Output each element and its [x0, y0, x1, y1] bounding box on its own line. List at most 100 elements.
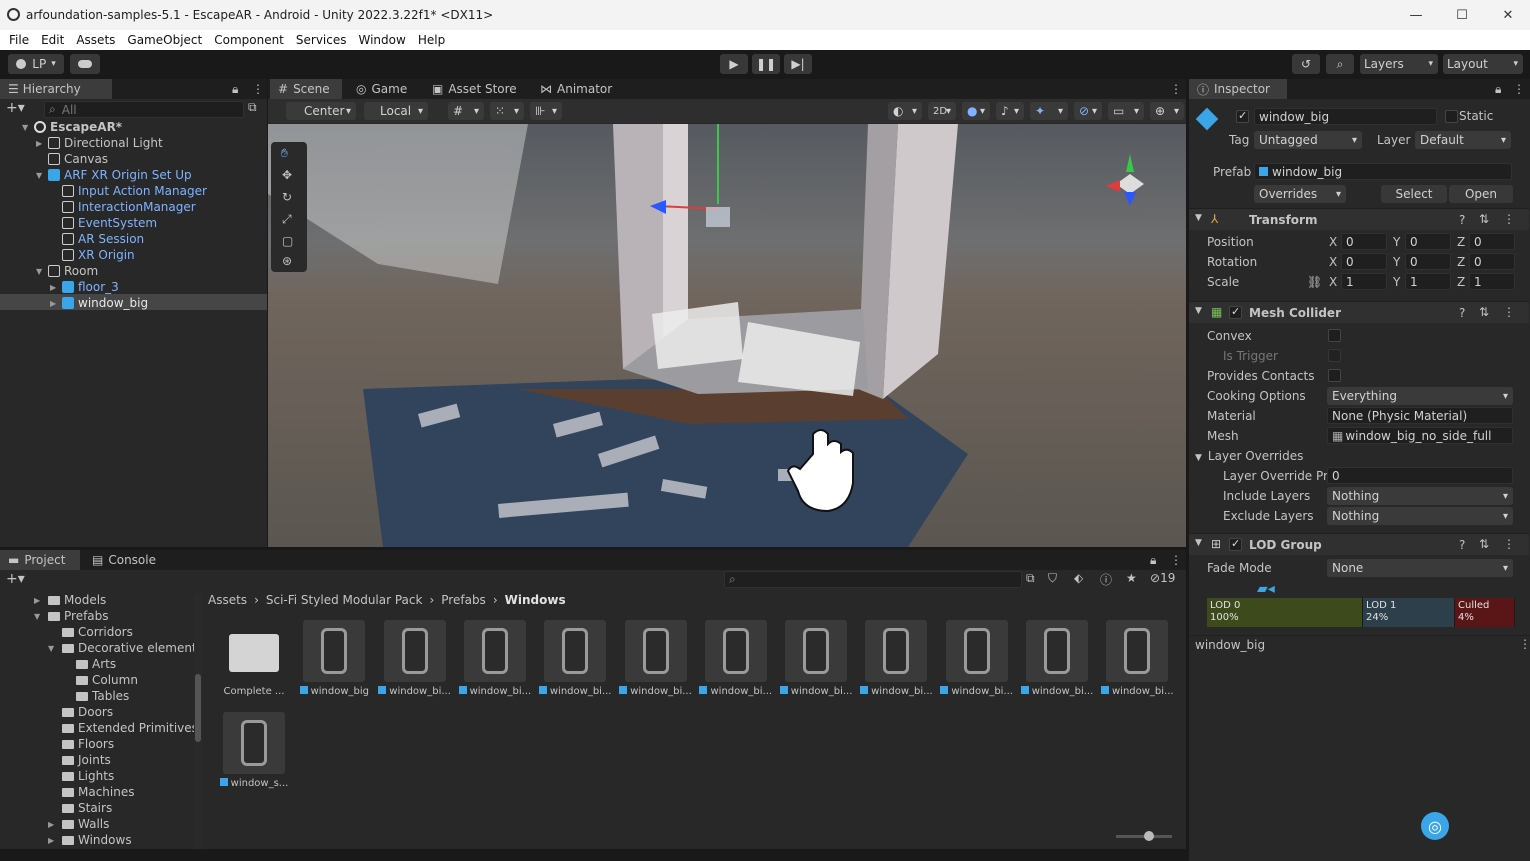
- preset-icon[interactable]: ⇅: [1479, 305, 1489, 319]
- convex-checkbox[interactable]: [1328, 329, 1341, 342]
- cloud-button[interactable]: [70, 54, 100, 74]
- label-icon[interactable]: ⬖: [1074, 571, 1083, 585]
- prefab-thumbnail[interactable]: [785, 620, 848, 682]
- foldout-arrow-icon[interactable]: ▶: [36, 139, 46, 148]
- hierarchy-item[interactable]: ▼ Room: [36, 263, 98, 279]
- search-button[interactable]: ⌕: [1326, 54, 1354, 74]
- constrain-proportions-icon[interactable]: ⛓: [1307, 275, 1322, 289]
- position-x-input[interactable]: 0: [1341, 233, 1387, 250]
- prefab-thumbnail[interactable]: [223, 712, 285, 774]
- project-folder-item[interactable]: ▼ Decorative element: [48, 640, 197, 656]
- lighting-toggle[interactable]: ●: [962, 102, 990, 120]
- gizmos-dropdown[interactable]: ⊕: [1150, 102, 1184, 120]
- hierarchy-item[interactable]: ▼ EscapeAR*: [22, 119, 122, 135]
- breadcrumb-item[interactable]: Sci-Fi Styled Modular Pack: [266, 593, 423, 607]
- foldout-arrow-icon[interactable]: ▼: [36, 171, 46, 180]
- transform-tool-icon[interactable]: ⊛: [282, 254, 292, 268]
- layer-override-priority-input[interactable]: 0: [1327, 467, 1513, 484]
- axis-z-label[interactable]: Z: [1457, 235, 1465, 249]
- layers-dropdown[interactable]: Layers ▾: [1360, 54, 1438, 74]
- project-folder-item[interactable]: Joints: [62, 752, 111, 768]
- more-icon[interactable]: ⋮: [1519, 637, 1530, 651]
- transform-header[interactable]: ▼ ⅄ Transform ? ⇅ ⋮: [1189, 208, 1529, 230]
- rect-tool-icon[interactable]: ▢: [282, 234, 293, 248]
- foldout-arrow-icon[interactable]: ▶: [50, 283, 60, 292]
- help-icon[interactable]: ?: [1459, 538, 1465, 552]
- prefab-thumbnail[interactable]: [544, 620, 607, 682]
- favorite-icon[interactable]: ★: [1126, 571, 1137, 585]
- project-folder-item[interactable]: Arts: [76, 656, 116, 672]
- close-button[interactable]: ✕: [1485, 0, 1530, 30]
- more-icon[interactable]: ⋮: [1170, 553, 1182, 567]
- move-tool-icon[interactable]: ✥: [282, 168, 292, 182]
- active-checkbox[interactable]: [1236, 109, 1249, 123]
- minimize-button[interactable]: —: [1393, 0, 1439, 30]
- hierarchy-item[interactable]: EventSystem: [62, 215, 157, 231]
- project-folder-item[interactable]: Stairs: [62, 800, 112, 816]
- menu-component[interactable]: Component: [214, 33, 284, 47]
- pause-button[interactable]: ❚❚: [752, 54, 780, 74]
- foldout-arrow-icon[interactable]: ▶: [50, 299, 60, 308]
- more-icon[interactable]: ⋮: [252, 82, 264, 96]
- lod-group-enabled-checkbox[interactable]: [1229, 537, 1242, 551]
- tree-scrollbar-thumb[interactable]: [195, 674, 201, 742]
- scale-tool-icon[interactable]: ⤢: [282, 212, 292, 227]
- account-dropdown[interactable]: LP ▾: [8, 54, 64, 74]
- prefab-thumbnail[interactable]: [463, 620, 526, 682]
- lod-segment[interactable]: LOD 1 24%: [1363, 598, 1455, 627]
- axis-x-label[interactable]: X: [1329, 255, 1337, 269]
- lod-group-header[interactable]: ▼ ⊞ LOD Group ? ⇅ ⋮: [1189, 533, 1529, 555]
- lod-bar[interactable]: LOD 0 100% LOD 1 24% Culled 4%: [1207, 598, 1515, 627]
- prefab-thumbnail[interactable]: [1026, 620, 1088, 682]
- tab-game[interactable]: ◎ Game: [348, 79, 415, 99]
- info-icon[interactable]: ⓘ: [1100, 571, 1112, 588]
- project-folder-item[interactable]: ▼ Prefabs: [34, 608, 109, 624]
- grid-snap-dropdown[interactable]: #: [448, 102, 484, 120]
- create-asset-button[interactable]: +▾: [6, 571, 25, 587]
- tab-inspector[interactable]: ⓘ Inspector: [1189, 79, 1287, 99]
- layout-dropdown[interactable]: Layout ▾: [1443, 54, 1523, 74]
- provides-contacts-checkbox[interactable]: [1328, 369, 1341, 382]
- search-by-type-icon[interactable]: ⧉: [1026, 571, 1035, 586]
- breadcrumb-item[interactable]: Prefabs: [441, 593, 486, 607]
- material-field[interactable]: None (Physic Material): [1327, 407, 1513, 424]
- breadcrumb-item[interactable]: Assets: [208, 593, 247, 607]
- hierarchy-item[interactable]: XR Origin: [62, 247, 135, 263]
- add-object-button[interactable]: +▾: [6, 100, 25, 116]
- foldout-arrow-icon[interactable]: ▼: [34, 612, 44, 621]
- lock-icon[interactable]: 🔒︎: [1150, 553, 1156, 568]
- axis-x-label[interactable]: X: [1329, 235, 1337, 249]
- ruler-dropdown[interactable]: ⊪: [530, 102, 562, 120]
- search-options-icon[interactable]: ⧉: [248, 100, 257, 115]
- position-z-input[interactable]: 0: [1469, 233, 1515, 250]
- tree-scrollbar[interactable]: [194, 594, 202, 849]
- project-folder-item[interactable]: Doors: [62, 704, 113, 720]
- layer-overrides-foldout[interactable]: ▼ Layer Overrides: [1195, 449, 1303, 463]
- audio-toggle[interactable]: ♪: [996, 102, 1024, 120]
- hierarchy-item[interactable]: Canvas: [48, 151, 108, 167]
- foldout-arrow-icon[interactable]: ▶: [48, 836, 58, 845]
- hidden-count-badge[interactable]: ⊘19: [1150, 571, 1175, 585]
- visibility-toggle[interactable]: ⊘: [1074, 102, 1102, 120]
- overrides-dropdown[interactable]: Overrides: [1254, 185, 1346, 203]
- hierarchy-item[interactable]: ▶ floor_3: [50, 279, 119, 295]
- hierarchy-item[interactable]: InteractionManager: [62, 199, 196, 215]
- project-folder-item[interactable]: Extended Primitives: [62, 720, 198, 736]
- object-name-input[interactable]: window_big: [1254, 108, 1437, 125]
- scale-z-input[interactable]: 1: [1469, 273, 1515, 290]
- tag-dropdown[interactable]: Untagged: [1254, 131, 1362, 149]
- rotation-x-input[interactable]: 0: [1341, 253, 1387, 270]
- tab-asset-store[interactable]: ▣ Asset Store: [424, 79, 525, 99]
- maximize-button[interactable]: ☐: [1439, 0, 1485, 30]
- mesh-collider-header[interactable]: ▼ ▦ Mesh Collider ? ⇅ ⋮: [1189, 301, 1529, 323]
- undo-history-button[interactable]: ↺: [1292, 54, 1320, 74]
- prefab-thumbnail[interactable]: [704, 620, 767, 682]
- project-folder-item[interactable]: Lights: [62, 768, 114, 784]
- toggle-2d-button[interactable]: 2D: [928, 102, 956, 120]
- step-button[interactable]: ▶|: [784, 54, 812, 74]
- mesh-field[interactable]: ▦ window_big_no_side_full: [1327, 427, 1513, 444]
- more-icon[interactable]: ⋮: [1170, 82, 1182, 96]
- menu-help[interactable]: Help: [418, 33, 445, 47]
- preset-icon[interactable]: ⇅: [1479, 212, 1489, 226]
- project-folder-item[interactable]: Machines: [62, 784, 134, 800]
